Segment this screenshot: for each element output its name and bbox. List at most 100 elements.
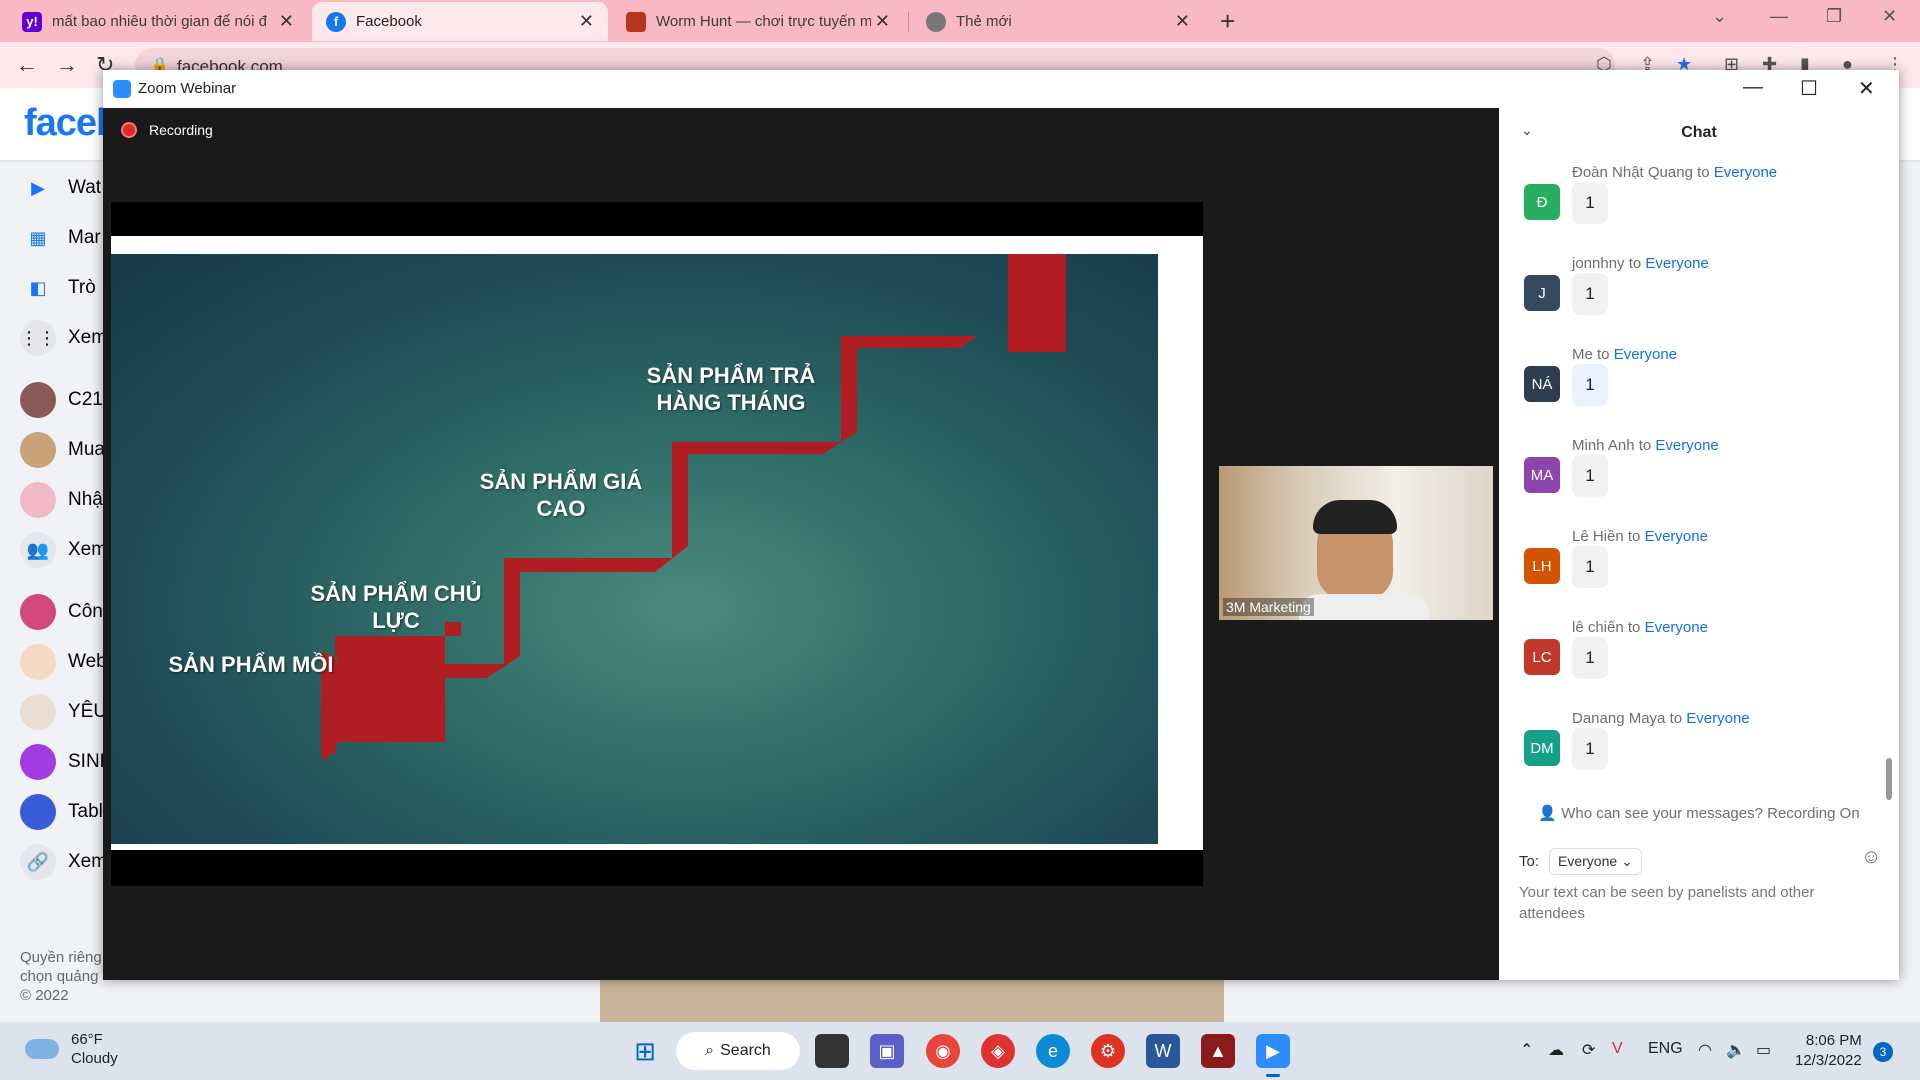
tab-facebook[interactable]: f Facebook ✕ [312, 2, 608, 41]
sidebar-item-shortcut[interactable]: Côn [20, 592, 103, 632]
game-app-icon[interactable]: ▲ [1201, 1034, 1235, 1068]
chat-header: ⌄ Chat [1499, 108, 1899, 148]
restore-icon[interactable]: ❐ [1826, 6, 1842, 27]
cloud-icon [25, 1039, 59, 1059]
recipient-dropdown[interactable]: Everyone ⌄ [1549, 848, 1642, 875]
game-icon: ◧ [29, 277, 47, 298]
tab-search-chevron-icon[interactable]: ⌄ [1712, 6, 1727, 27]
taskbar-search[interactable]: ⌕ Search [676, 1032, 800, 1070]
sync-icon[interactable]: ⟳ [1582, 1040, 1595, 1060]
new-tab-button[interactable]: + [1220, 6, 1235, 37]
grid-icon: ⋮⋮ [20, 320, 56, 356]
sidebar-item-see-more-shortcuts[interactable]: 🔗 Xem [20, 842, 107, 882]
emoji-icon[interactable]: ☺ [1861, 846, 1881, 869]
shortcut-avatar [20, 744, 56, 780]
video-area: Recording SẢN PHẨM MỒI SẢN PHẨM CHỦ LỰC … [103, 108, 1499, 980]
slide-step-2-label: SẢN PHẨM CHỦ LỰC [310, 581, 482, 633]
footer-line[interactable]: chọn quảng [20, 967, 102, 986]
recipient-name: Everyone [1655, 437, 1719, 454]
chat-message: Danang Maya to Everyone DM 1 [1524, 710, 1874, 800]
close-tab-icon[interactable]: ✕ [1171, 11, 1194, 32]
chevron-up-icon[interactable]: ⌃ [1520, 1040, 1533, 1060]
avatar: Đ [1524, 184, 1560, 220]
taskbar-clock[interactable]: 8:06 PM 12/3/2022 [1795, 1031, 1862, 1071]
footer-line[interactable]: Quyền riêng [20, 948, 102, 967]
chrome-icon[interactable]: ◉ [926, 1034, 960, 1068]
browser-tab-strip: y! mất bao nhiêu thời gian để nói đ ✕ f … [0, 0, 1920, 42]
worm-hunt-favicon-icon [626, 11, 646, 32]
sidebar-item-label: YÊU [68, 701, 108, 722]
recipient-row: To: Everyone ⌄ [1519, 848, 1642, 875]
minimize-icon[interactable]: — [1743, 76, 1763, 99]
close-tab-icon[interactable]: ✕ [575, 11, 598, 32]
sender-name: Minh Anh [1572, 437, 1635, 454]
tab-new-tab[interactable]: Thẻ mới ✕ [912, 2, 1204, 41]
sidebar-item-group[interactable]: Nhậ [20, 480, 103, 520]
language-indicator[interactable]: ENG [1648, 1040, 1683, 1058]
task-view-icon[interactable] [815, 1034, 849, 1068]
sidebar-item-label: Mua [68, 439, 105, 460]
participant-video[interactable]: 3M Marketing [1219, 466, 1493, 620]
app-icon[interactable]: ⚙ [1091, 1034, 1125, 1068]
tab-worm-hunt[interactable]: Worm Hunt — chơi trực tuyến m ✕ [612, 2, 904, 41]
chat-compose-input[interactable]: Your text can be seen by panelists and o… [1519, 882, 1849, 924]
chat-scrollbar[interactable] [1886, 758, 1892, 800]
tab-title: Thẻ mới [956, 13, 1012, 30]
close-window-icon[interactable]: ✕ [1858, 76, 1875, 101]
to-word: to [1627, 619, 1641, 636]
sidebar-item-see-more[interactable]: ⋮⋮ Xem [20, 318, 107, 358]
sidebar-item-shortcut[interactable]: Web [20, 642, 107, 682]
recipient-dropdown-value: Everyone [1558, 853, 1618, 869]
avatar: NÁ [1524, 366, 1560, 402]
sender-name: lê chiến [1572, 619, 1624, 636]
word-icon[interactable]: W [1146, 1034, 1180, 1068]
sidebar-item-label: Nhậ [68, 489, 103, 510]
zoom-app-icon[interactable]: ▶ [1256, 1034, 1290, 1068]
sidebar-item-label: Trò [68, 277, 96, 298]
feed-post-image [600, 978, 1224, 1022]
notification-badge[interactable]: 3 [1873, 1042, 1893, 1062]
zoom-logo-icon [113, 80, 131, 98]
maximize-icon[interactable]: ☐ [1800, 76, 1818, 101]
edge-icon[interactable]: e [1036, 1034, 1070, 1068]
zoom-window-title: Zoom Webinar [138, 80, 237, 97]
windows-start-icon[interactable]: ⊞ [628, 1034, 662, 1068]
tab-yahoo-search[interactable]: y! mất bao nhiêu thời gian để nói đ ✕ [8, 2, 308, 41]
chat-message-header: Me to Everyone [1572, 346, 1677, 363]
message-visibility-note[interactable]: 👤 Who can see your messages? Recording O… [1499, 804, 1899, 822]
sidebar-item-group[interactable]: Mua [20, 430, 105, 470]
sidebar-item-watch[interactable]: ▶ Wat [20, 168, 101, 208]
volume-icon[interactable]: 🔈 [1726, 1040, 1746, 1060]
teams-chat-icon[interactable]: ▣ [870, 1034, 904, 1068]
chat-panel: ⌄ Chat Đoàn Nhật Quang to Everyone Đ 1 j… [1499, 108, 1899, 980]
sidebar-item-games[interactable]: ◧ Trò [20, 268, 96, 308]
wifi-icon[interactable]: ◠ [1698, 1040, 1712, 1060]
sidebar-item-see-more-groups[interactable]: 👥 Xem [20, 530, 107, 570]
close-tab-icon[interactable]: ✕ [871, 11, 894, 32]
sidebar-item-group[interactable]: C211 [20, 380, 112, 420]
visibility-note-text: Who can see your messages? Recording On [1561, 805, 1860, 822]
shortcut-avatar [20, 794, 56, 830]
forward-icon[interactable]: → [56, 52, 78, 78]
recipient-name: Everyone [1644, 528, 1708, 545]
minimize-icon[interactable]: — [1770, 6, 1788, 27]
slide-step-4-label: SẢN PHẨM TRẢ HÀNG THÁNG [646, 363, 816, 415]
battery-icon[interactable]: ▭ [1756, 1040, 1771, 1060]
antivirus-icon[interactable]: V [1612, 1040, 1623, 1058]
slide-step-3-label: SẢN PHẨM GIÁ CAO [479, 469, 643, 521]
chat-message-header: lê chiến to Everyone [1572, 619, 1708, 636]
message-bubble: 1 [1572, 455, 1608, 497]
cloud-sync-icon[interactable]: ☁ [1548, 1040, 1564, 1060]
to-label: To: [1519, 853, 1540, 870]
weather-widget[interactable]: 66°F Cloudy [25, 1030, 118, 1068]
ccleaner-icon[interactable]: ◈ [981, 1034, 1015, 1068]
sidebar-item-shortcut[interactable]: SINH [20, 742, 113, 782]
globe-icon [926, 11, 946, 32]
close-window-icon[interactable]: ✕ [1882, 6, 1897, 27]
footer-line: © 2022 [20, 987, 69, 1004]
sidebar-item-shortcut[interactable]: YÊU [20, 692, 107, 732]
sidebar-item-marketplace[interactable]: ▦ Mar [20, 218, 100, 258]
sidebar-item-shortcut[interactable]: Tabl [20, 792, 103, 832]
back-icon[interactable]: ← [16, 52, 38, 78]
close-tab-icon[interactable]: ✕ [275, 11, 298, 32]
